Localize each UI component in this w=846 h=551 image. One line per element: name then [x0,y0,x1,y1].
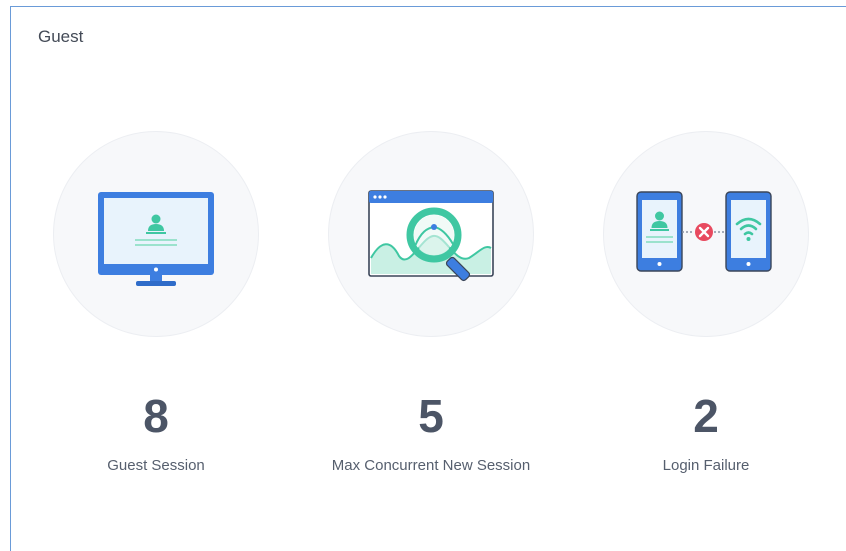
login-failure-label: Login Failure [662,457,750,474]
panel-title: Guest [38,27,84,46]
monitor-user-icon [53,131,259,337]
max-concurrent-session-label: Max Concurrent New Session [331,457,531,474]
max-concurrent-session-count: 5 [418,390,444,442]
guest-session-label: Guest Session [107,457,205,474]
phones-connection-failed-icon [603,131,809,337]
browser-search-icon [328,131,534,337]
guest-panel: Guest 8 Guest Session 5 Max Concurrent N… [10,6,846,551]
login-failure-count: 2 [693,390,719,442]
guest-session-count: 8 [143,390,169,442]
